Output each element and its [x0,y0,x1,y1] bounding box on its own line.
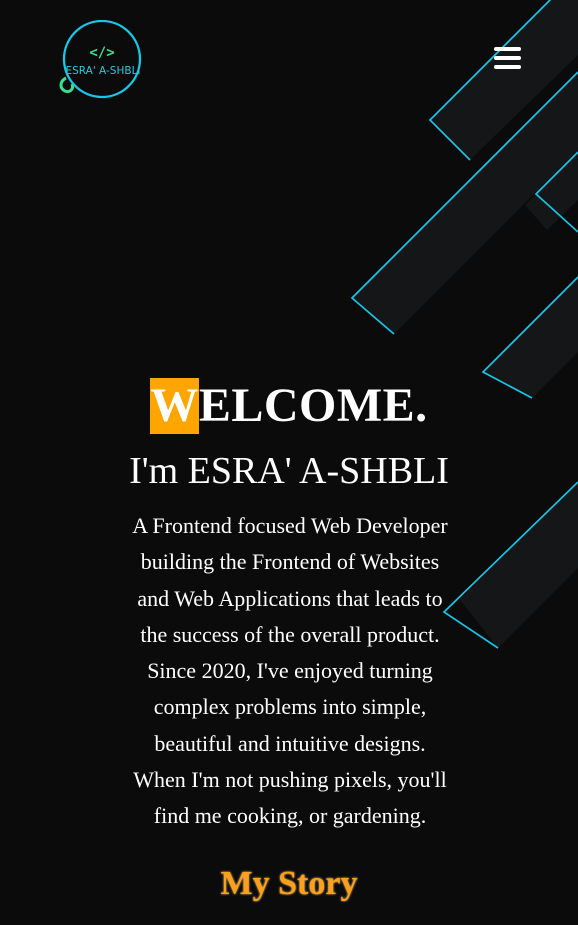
logo-emblem: </> ESRA' A-SHBLI [59,19,142,99]
bio-line: A Frontend focused Web Developer [132,513,448,538]
logo-code-symbol: </> [89,45,114,61]
my-story-label: My Story [220,865,358,902]
bio-line: When I'm not pushing pixels, you'll [133,767,447,793]
bio-text: A Frontend focused Web Developer buildin… [100,508,480,835]
welcome-heading: WELCOME. [0,378,578,435]
bio-line: building the Frontend of Websites [140,549,440,575]
bio-line: beautiful and intuitive designs. [154,730,426,756]
hamburger-menu-icon[interactable] [490,42,524,74]
bio-line: Since 2020, I've enjoyed turning [147,658,433,684]
site-logo[interactable]: </> ESRA' A-SHBLI [58,19,142,100]
menu-bar-bottom [494,65,521,69]
intro-name: I'm ESRA' A-SHBLI [129,450,449,492]
welcome-highlight-letter: W [150,378,199,435]
bio-line: the success of the overall product. [140,621,440,647]
bio-line: and Web Applications that leads to [137,585,443,611]
menu-bar-middle [494,56,521,60]
welcome-rest: ELCOME. [198,379,428,433]
bio-line: complex problems into simple, [153,694,427,720]
bio-line: find me cooking, or gardening. [153,803,427,829]
my-story-link[interactable]: My Story [0,863,578,905]
menu-bar-top [494,47,521,51]
hero-section: WELCOME. I'm ESRA' A-SHBLI A Frontend fo… [0,0,578,925]
logo-text: ESRA' A-SHBLI [65,65,140,77]
